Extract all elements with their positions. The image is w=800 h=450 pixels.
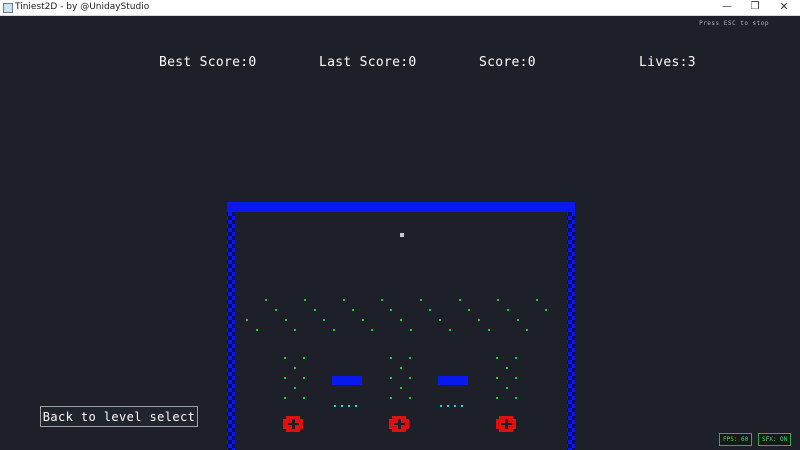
green-dot	[246, 319, 248, 321]
green-dot	[352, 309, 354, 311]
cyan-dot	[447, 405, 449, 407]
green-dot	[515, 377, 517, 379]
green-dot	[390, 357, 392, 359]
red-targets	[283, 416, 516, 432]
red-target	[496, 416, 516, 432]
target-cross-h	[501, 423, 512, 425]
cyan-dot	[454, 405, 456, 407]
green-dot	[507, 309, 509, 311]
red-target	[389, 416, 409, 432]
green-dot	[506, 387, 508, 389]
green-dot	[323, 319, 325, 321]
green-dot	[439, 319, 441, 321]
green-dot	[390, 377, 392, 379]
right-wall	[567, 212, 575, 450]
green-dot	[390, 397, 392, 399]
green-dot	[459, 299, 461, 301]
target-cross-h	[288, 423, 299, 425]
red-target	[283, 416, 303, 432]
cyan-dot	[341, 405, 343, 407]
green-dot	[303, 357, 305, 359]
paddle-left	[332, 376, 362, 385]
green-dot	[497, 299, 499, 301]
back-to-level-select-button[interactable]: Back to level select	[40, 406, 198, 427]
paddle-right	[438, 376, 468, 385]
green-dot	[343, 299, 345, 301]
green-dot	[468, 309, 470, 311]
green-dot	[314, 309, 316, 311]
green-dot	[515, 357, 517, 359]
green-dot	[400, 387, 402, 389]
green-dot	[517, 319, 519, 321]
cyan-dot	[461, 405, 463, 407]
green-dot	[275, 309, 277, 311]
green-dot	[526, 329, 528, 331]
green-dot	[362, 319, 364, 321]
game-canvas	[227, 202, 575, 450]
green-dot	[284, 377, 286, 379]
cyan-dot	[440, 405, 442, 407]
green-dot	[333, 329, 335, 331]
green-dot	[478, 319, 480, 321]
green-dot	[506, 367, 508, 369]
green-dot	[304, 299, 306, 301]
green-dot	[536, 299, 538, 301]
green-dot	[400, 367, 402, 369]
fps-counter: FPS: 60	[719, 433, 753, 446]
green-dot	[284, 357, 286, 359]
cyan-dot	[348, 405, 350, 407]
green-dot	[429, 309, 431, 311]
green-dot	[488, 329, 490, 331]
green-dot	[496, 397, 498, 399]
green-dot	[294, 367, 296, 369]
green-dot	[496, 357, 498, 359]
green-dot	[294, 387, 296, 389]
green-dot	[381, 299, 383, 301]
cyan-dot-row	[334, 405, 463, 407]
green-dot	[409, 377, 411, 379]
cyan-dot	[355, 405, 357, 407]
target-cross-h	[394, 423, 405, 425]
green-dot	[409, 397, 411, 399]
green-dot	[449, 329, 451, 331]
green-dot-field	[246, 299, 547, 399]
green-dot	[496, 377, 498, 379]
green-dot	[265, 299, 267, 301]
sfx-toggle[interactable]: SFX: ON	[758, 433, 792, 446]
green-dot	[285, 319, 287, 321]
green-dot	[371, 329, 373, 331]
green-dot	[303, 397, 305, 399]
ball	[400, 233, 404, 237]
green-dot	[410, 329, 412, 331]
top-wall	[227, 202, 575, 212]
green-dot	[409, 357, 411, 359]
green-dot	[515, 397, 517, 399]
green-dot	[400, 319, 402, 321]
green-dot	[390, 309, 392, 311]
left-wall	[227, 212, 235, 450]
green-dot	[256, 329, 258, 331]
green-dot	[294, 329, 296, 331]
green-dot	[420, 299, 422, 301]
green-dot	[284, 397, 286, 399]
cyan-dot	[334, 405, 336, 407]
green-dot	[545, 309, 547, 311]
green-dot	[303, 377, 305, 379]
